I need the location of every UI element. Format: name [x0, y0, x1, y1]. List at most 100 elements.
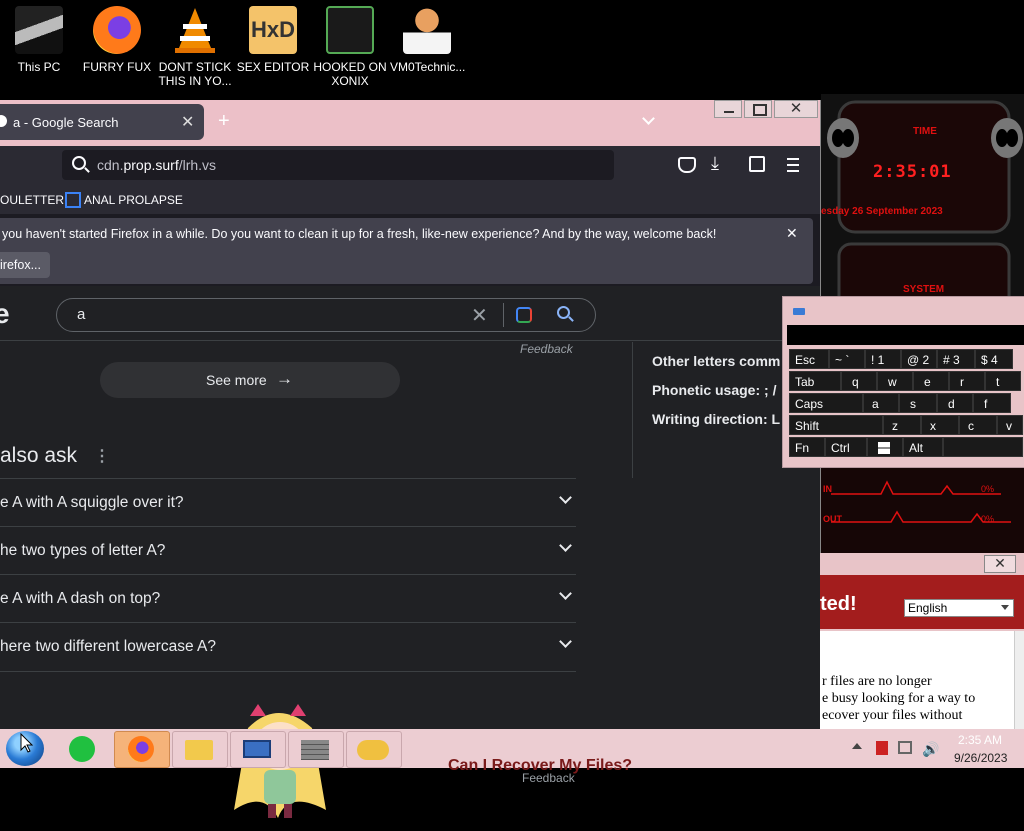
key-z[interactable]: z [883, 415, 921, 435]
key-windows[interactable] [867, 437, 903, 457]
popup-scrollbar[interactable] [1014, 631, 1024, 731]
key-x[interactable]: x [921, 415, 959, 435]
question-row[interactable]: e A with A squiggle over it? [0, 478, 576, 527]
key-label: f [984, 397, 988, 411]
question-row[interactable]: here two different lowercase A? [0, 622, 576, 672]
volume-icon[interactable]: 🔊 [922, 741, 939, 758]
arrow-right-icon: → [276, 369, 293, 388]
more-options-icon[interactable]: ⋮ [94, 446, 110, 466]
bookmark-item[interactable]: OULETTER [0, 193, 64, 207]
key-shift[interactable]: Shift [789, 415, 883, 435]
question-row[interactable]: he two types of letter A? [0, 526, 576, 575]
key-2[interactable]: @ 2 [901, 349, 937, 369]
notice-close-icon[interactable]: ✕ [786, 225, 798, 242]
keyboard-icon [793, 308, 805, 315]
language-select[interactable]: English [904, 599, 1014, 617]
minimize-button[interactable] [714, 100, 742, 118]
key-t[interactable]: t [985, 371, 1021, 391]
notice-text: you haven't started Firefox in a while. … [2, 227, 717, 241]
action-center-flag-icon[interactable] [876, 741, 888, 755]
taskbar-handshake-app[interactable] [346, 731, 402, 768]
firefox-icon [93, 6, 141, 54]
key-a[interactable]: a [863, 393, 899, 413]
key-ctrl[interactable]: Ctrl [825, 437, 867, 457]
dropdown-arrow-icon [1001, 605, 1009, 610]
lens-camera-icon[interactable] [516, 307, 532, 323]
popup-close-button[interactable]: ✕ [984, 555, 1016, 573]
desktop-icon-label: VM0Technic... [390, 60, 466, 74]
question-row[interactable]: e A with A dash on top? [0, 574, 576, 623]
firefox-refresh-notice: you haven't started Firefox in a while. … [0, 218, 813, 284]
see-more-button[interactable]: See more → [100, 362, 400, 398]
key-v[interactable]: v [997, 415, 1023, 435]
refresh-firefox-button[interactable]: irefox... [0, 252, 50, 278]
network-icon[interactable] [898, 741, 912, 754]
desktop-icon-vm0technic[interactable]: VM0Technic... [390, 6, 466, 74]
clock-date[interactable]: 9/26/2023 [954, 751, 1007, 765]
taskbar-green-app[interactable] [56, 731, 110, 766]
divider [503, 303, 504, 327]
url-bar[interactable]: cdn.prop.surf/lrh.vs [62, 150, 614, 180]
vlc-cone-icon [171, 6, 219, 54]
key-s[interactable]: s [899, 393, 937, 413]
hxd-icon: HxD [249, 6, 297, 54]
extensions-icon[interactable] [749, 156, 765, 172]
key-3[interactable]: # 3 [937, 349, 975, 369]
key-alt[interactable]: Alt [903, 437, 943, 457]
search-icon-handle [84, 167, 90, 173]
taskbar-brick-app[interactable] [288, 731, 344, 768]
key-4[interactable]: $ 4 [975, 349, 1013, 369]
question-text: e A with A squiggle over it? [0, 494, 184, 511]
key-space[interactable] [943, 437, 1023, 457]
key-r[interactable]: r [949, 371, 985, 391]
desktop-icon-hooked-on-xonix[interactable]: HOOKED ON XONIX [313, 6, 387, 88]
taskbar-file-explorer[interactable] [172, 731, 228, 768]
maximize-button[interactable] [744, 100, 772, 118]
key-label: c [968, 419, 974, 433]
chevron-down-icon [559, 635, 572, 648]
bookmarks-toolbar: OULETTER ANAL PROLAPSE [0, 184, 820, 214]
handshake-icon [357, 740, 389, 760]
downloads-icon[interactable]: ⤓ [711, 153, 719, 174]
key-e[interactable]: e [913, 371, 949, 391]
key-tab[interactable]: Tab [789, 371, 841, 391]
key-q[interactable]: q [841, 371, 877, 391]
desktop-icon-dont-stick[interactable]: DONT STICK THIS IN YO... [158, 6, 232, 88]
close-window-button[interactable]: ✕ [774, 100, 818, 118]
close-tab-icon[interactable]: ✕ [181, 112, 194, 132]
clear-search-icon[interactable]: ✕ [471, 303, 488, 328]
show-hidden-icons-icon[interactable] [852, 743, 862, 749]
side-panel-divider [632, 342, 633, 478]
tab-google-search[interactable]: a - Google Search ✕ [0, 104, 204, 140]
menu-hamburger-icon[interactable] [787, 158, 799, 172]
taskbar-keyboard[interactable] [230, 731, 286, 768]
question-text: here two different lowercase A? [0, 638, 216, 655]
desktop-icon-furry-fux[interactable]: FURRY FUX [80, 6, 154, 74]
desktop-icon-this-pc[interactable]: This PC [2, 6, 76, 74]
key-c[interactable]: c [959, 415, 997, 435]
desktop-icon-label: SEX EDITOR [236, 60, 310, 74]
key-f[interactable]: f [973, 393, 1011, 413]
key-fn[interactable]: Fn [789, 437, 825, 457]
side-panel-line: Phonetic usage: ; / [652, 382, 777, 398]
bookmark-item[interactable]: ANAL PROLAPSE [84, 193, 183, 207]
key-tilde[interactable]: ~ ` [829, 349, 865, 369]
key-w[interactable]: w [877, 371, 913, 391]
key-d[interactable]: d [937, 393, 973, 413]
key-1[interactable]: ! 1 [865, 349, 901, 369]
new-tab-plus-icon[interactable]: + [218, 110, 230, 133]
key-esc[interactable]: Esc [789, 349, 829, 369]
key-caps[interactable]: Caps [789, 393, 863, 413]
taskbar-firefox[interactable] [114, 731, 170, 768]
pocket-icon[interactable] [678, 157, 696, 173]
clock-time[interactable]: 2:35 AM [958, 733, 1002, 747]
feedback-link[interactable]: Feedback [520, 342, 573, 356]
desktop-icon-sex-editor[interactable]: HxD SEX EDITOR [236, 6, 310, 74]
side-panel-line: Writing direction: L [652, 411, 781, 427]
list-tabs-chevron-icon[interactable] [642, 112, 655, 125]
popup-header: ted! English [820, 575, 1024, 629]
desktop-icon-label: FURRY FUX [82, 60, 152, 74]
url-domain: prop.surf [123, 157, 179, 173]
google-search-box[interactable]: a ✕ [56, 298, 596, 332]
bookmark-folder-icon [65, 192, 81, 208]
